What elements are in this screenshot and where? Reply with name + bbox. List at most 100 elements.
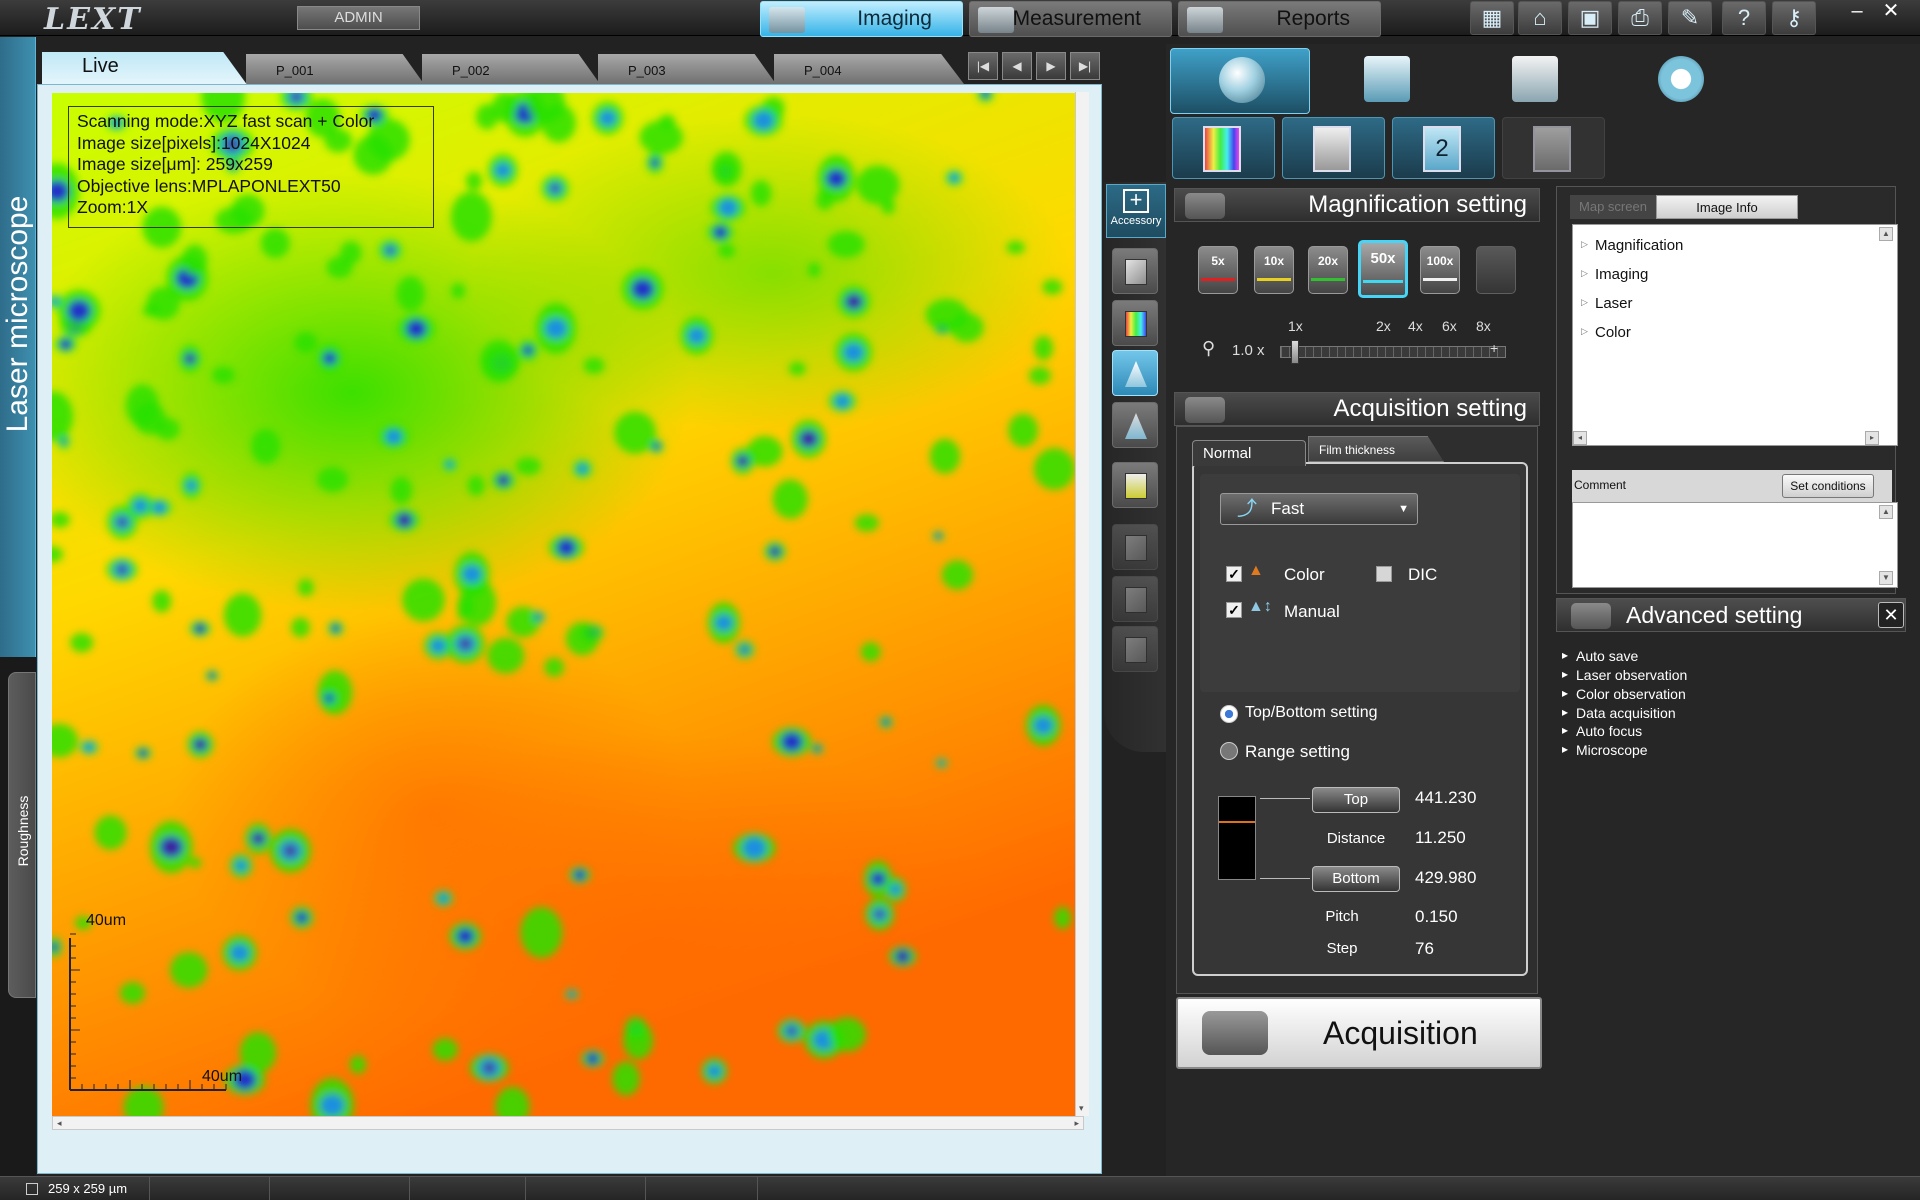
stitch-button[interactable] (1112, 524, 1158, 570)
adv-item-auto-focus[interactable]: Auto focus (1562, 723, 1642, 739)
lens-5x[interactable]: 5x (1198, 246, 1238, 294)
image-size-um-text: Image size[μm]: 259x259 (77, 154, 273, 174)
surface-feature (717, 243, 736, 258)
key-icon[interactable]: ⚷ (1772, 1, 1816, 35)
tab-image-info[interactable]: Image Info (1656, 195, 1798, 219)
top-bar: LEXT ADMIN Imaging Measurement Reports ▦… (0, 0, 1920, 37)
image-horizontal-scrollbar[interactable]: ◂ ▸ (52, 1116, 1084, 1130)
tab-laser-microscope[interactable]: Laser microscope (0, 37, 36, 657)
accessory-button[interactable]: + Accessory (1106, 184, 1166, 238)
edit-button[interactable] (1112, 626, 1158, 672)
tab-measurement[interactable]: Measurement (969, 1, 1172, 37)
tree-item-color[interactable]: Color (1581, 324, 1631, 341)
zoom-tick-8x: 8x (1476, 318, 1491, 334)
tab-imaging[interactable]: Imaging (760, 1, 963, 37)
scale-y-label: 40um (86, 912, 127, 929)
surface-feature (827, 230, 865, 259)
user-badge[interactable]: ADMIN (297, 6, 420, 30)
surface-feature (451, 283, 466, 299)
image-tab-p001[interactable]: P_001 (246, 54, 424, 84)
tab-observation[interactable] (1170, 48, 1310, 114)
print-icon[interactable]: ⎙ (1618, 1, 1662, 35)
wrench-icon[interactable]: ✎ (1668, 1, 1712, 35)
laser-mode-button[interactable] (1282, 117, 1385, 179)
tree-scroll-right[interactable]: ▸ (1865, 431, 1879, 445)
image-tab-live[interactable]: Live (42, 52, 248, 86)
adv-item-laser-observation[interactable]: Laser observation (1562, 667, 1687, 683)
dic-checkbox[interactable] (1376, 566, 1392, 582)
image-vertical-scrollbar[interactable]: ▾ (1075, 92, 1089, 1116)
comment-scroll-up[interactable]: ▲ (1879, 505, 1893, 519)
3d-view-icon (1125, 413, 1147, 439)
surface-feature (1054, 906, 1072, 929)
color-checkbox[interactable]: ✓ (1226, 566, 1242, 582)
help-icon[interactable]: ? (1722, 1, 1766, 35)
tree-item-imaging[interactable]: Imaging (1581, 266, 1648, 283)
tab-roughness[interactable]: Roughness (8, 672, 36, 998)
zoom-slider-thumb[interactable] (1291, 340, 1299, 364)
zoom-plus-icon[interactable]: + (1490, 340, 1498, 356)
tab-map-screen[interactable]: Map screen (1570, 195, 1656, 219)
lens-10x[interactable]: 10x (1254, 246, 1294, 294)
tab-settings[interactable] (1610, 48, 1750, 114)
color-mode-button[interactable] (1172, 117, 1275, 179)
adv-item-microscope[interactable]: Microscope (1562, 742, 1648, 758)
zoom-slider[interactable] (1280, 346, 1506, 358)
calendar-icon[interactable]: ▦ (1470, 1, 1514, 35)
tab-tools[interactable] (1316, 48, 1456, 114)
height-image-button[interactable] (1112, 350, 1158, 396)
adv-item-data-acquisition[interactable]: Data acquisition (1562, 705, 1676, 721)
lens-50x[interactable]: 50x (1358, 240, 1408, 298)
laser-image-button[interactable] (1112, 248, 1158, 294)
image-tab-p003[interactable]: P_003 (598, 54, 776, 84)
surface-pit-core (285, 845, 296, 856)
bottom-button[interactable]: Bottom (1312, 866, 1400, 892)
color-image-button[interactable] (1112, 300, 1158, 346)
tree-item-magnification[interactable]: Magnification (1581, 237, 1683, 254)
two-image-mode-button[interactable]: 2 (1392, 117, 1495, 179)
surface-feature (544, 657, 565, 677)
surface-pit (445, 460, 454, 469)
status-checkbox[interactable] (26, 1183, 38, 1195)
set-conditions-button[interactable]: Set conditions (1782, 474, 1874, 498)
last-image-button[interactable]: ▶| (1070, 52, 1100, 80)
first-image-button[interactable]: |◀ (968, 52, 998, 80)
surface-pit-core (210, 674, 214, 678)
3d-view-button[interactable] (1112, 402, 1158, 448)
manual-checkbox[interactable]: ✓ (1226, 602, 1242, 618)
comment-scroll-down[interactable]: ▼ (1879, 571, 1893, 585)
close-button[interactable]: ✕ (1876, 0, 1906, 24)
acquisition-button[interactable]: Acquisition (1176, 997, 1542, 1069)
scan-mode-dropdown[interactable]: ⤴ Fast ▼ (1220, 493, 1418, 525)
folder-open-icon[interactable]: ⌂ (1518, 1, 1562, 35)
lens-20x[interactable]: 20x (1308, 246, 1348, 294)
top-bottom-radio[interactable] (1220, 705, 1238, 723)
adv-item-auto-save[interactable]: Auto save (1562, 648, 1638, 664)
tree-scroll-left[interactable]: ◂ (1573, 431, 1587, 445)
step-value: 76 (1415, 939, 1434, 958)
sequence-button[interactable] (1112, 576, 1158, 622)
tab-reports[interactable]: Reports (1178, 1, 1381, 37)
image-settings-button[interactable] (1502, 117, 1605, 179)
dic-label: DIC (1408, 565, 1438, 584)
lens-empty[interactable] (1476, 246, 1516, 294)
image-tab-p004[interactable]: P_004 (774, 54, 964, 84)
tree-scroll-up[interactable]: ▲ (1879, 227, 1893, 241)
advanced-close-button[interactable]: ✕ (1878, 602, 1904, 628)
previous-image-button[interactable]: ◀ (1002, 52, 1032, 80)
lens-100x[interactable]: 100x (1420, 246, 1460, 294)
tree-item-laser[interactable]: Laser (1581, 295, 1632, 312)
top-button[interactable]: Top (1312, 787, 1400, 813)
minimize-button[interactable]: – (1842, 0, 1872, 24)
tab-film-thickness[interactable]: Film thickness (1308, 436, 1444, 462)
surface-pit-core (742, 647, 748, 653)
adv-item-color-observation[interactable]: Color observation (1562, 686, 1686, 702)
next-image-button[interactable]: ▶ (1036, 52, 1066, 80)
save-icon[interactable]: ▣ (1568, 1, 1612, 35)
multi-image-button[interactable] (1112, 462, 1158, 508)
image-tab-p002[interactable]: P_002 (422, 54, 600, 84)
tab-process[interactable] (1464, 48, 1604, 114)
tab-normal[interactable]: Normal (1192, 440, 1306, 466)
range-radio[interactable] (1220, 742, 1238, 760)
comment-textarea[interactable]: ▲ ▼ (1572, 502, 1898, 588)
